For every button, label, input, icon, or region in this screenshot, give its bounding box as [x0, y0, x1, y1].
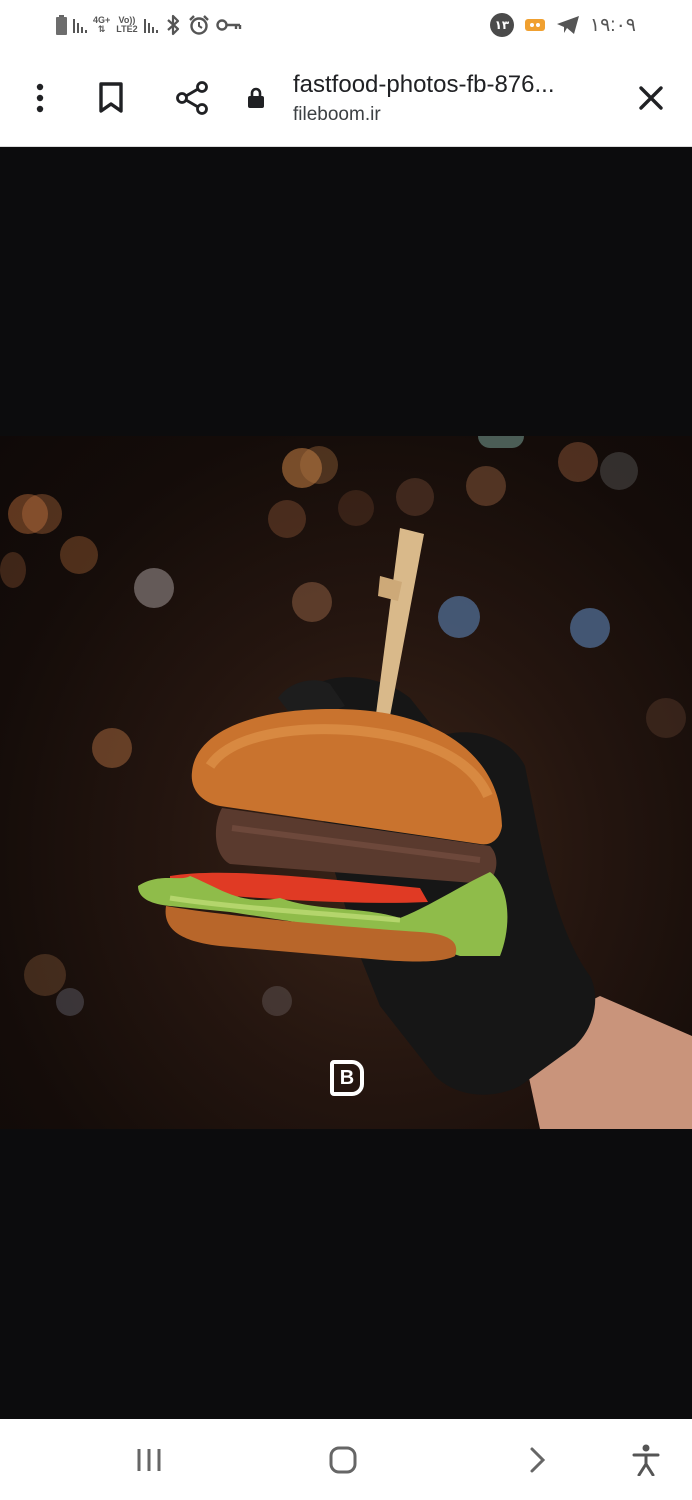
bookmark-icon [99, 82, 123, 113]
status-left-icons: 4G+ ⇅ Vo)) LTE2 [56, 12, 242, 38]
status-bar: 4G+ ⇅ Vo)) LTE2 ۱۳ ۱۹:۰۹ [0, 0, 692, 50]
watermark-logo: B [330, 1060, 364, 1096]
burger-photo[interactable]: B [0, 436, 692, 1129]
app-notification-icon [524, 19, 545, 31]
close-button[interactable] [630, 78, 672, 118]
network-arrows-icon: ⇅ [97, 24, 106, 34]
bookmark-button[interactable] [90, 78, 132, 118]
network-type-volte: Vo)) LTE2 [116, 16, 137, 34]
accessibility-button[interactable] [624, 1441, 668, 1479]
accessibility-icon [632, 1444, 660, 1476]
page-domain: fileboom.ir [293, 104, 381, 125]
recents-icon [137, 1449, 161, 1471]
close-icon [639, 86, 663, 110]
burger-illustration [138, 528, 692, 1129]
page-title-block[interactable]: fastfood-photos-fb-876... fileboom.ir [293, 70, 613, 128]
vpn-key-icon [215, 19, 241, 31]
battery-icon [56, 15, 67, 35]
lock-icon [248, 87, 264, 108]
home-button[interactable] [320, 1441, 366, 1479]
page-content: B [0, 147, 692, 1419]
bluetooth-icon [166, 14, 179, 36]
network-lte-label: LTE2 [116, 24, 138, 34]
page-title: fastfood-photos-fb-876... [293, 71, 555, 98]
network-type-4g: 4G+ ⇅ [93, 16, 110, 34]
more-options-button[interactable] [22, 78, 58, 118]
home-icon [329, 1446, 357, 1474]
more-vert-icon [36, 83, 44, 113]
alarm-icon [188, 15, 209, 35]
back-icon [530, 1447, 546, 1473]
share-button[interactable] [170, 78, 214, 118]
system-nav-bar [0, 1419, 692, 1500]
site-security-button[interactable] [242, 82, 270, 114]
recents-button[interactable] [126, 1441, 172, 1479]
notification-count-badge: ۱۳ [489, 13, 514, 37]
telegram-icon [556, 16, 579, 34]
browser-toolbar: fastfood-photos-fb-876... fileboom.ir [0, 50, 692, 147]
watermark-letter: B [339, 1067, 355, 1089]
status-time: ۱۹:۰۹ [589, 14, 636, 36]
share-icon [176, 81, 208, 115]
back-button[interactable] [514, 1441, 560, 1479]
signal-icon [73, 17, 87, 33]
status-right-icons: ۱۳ ۱۹:۰۹ [489, 12, 636, 38]
signal-2-icon [143, 17, 158, 33]
